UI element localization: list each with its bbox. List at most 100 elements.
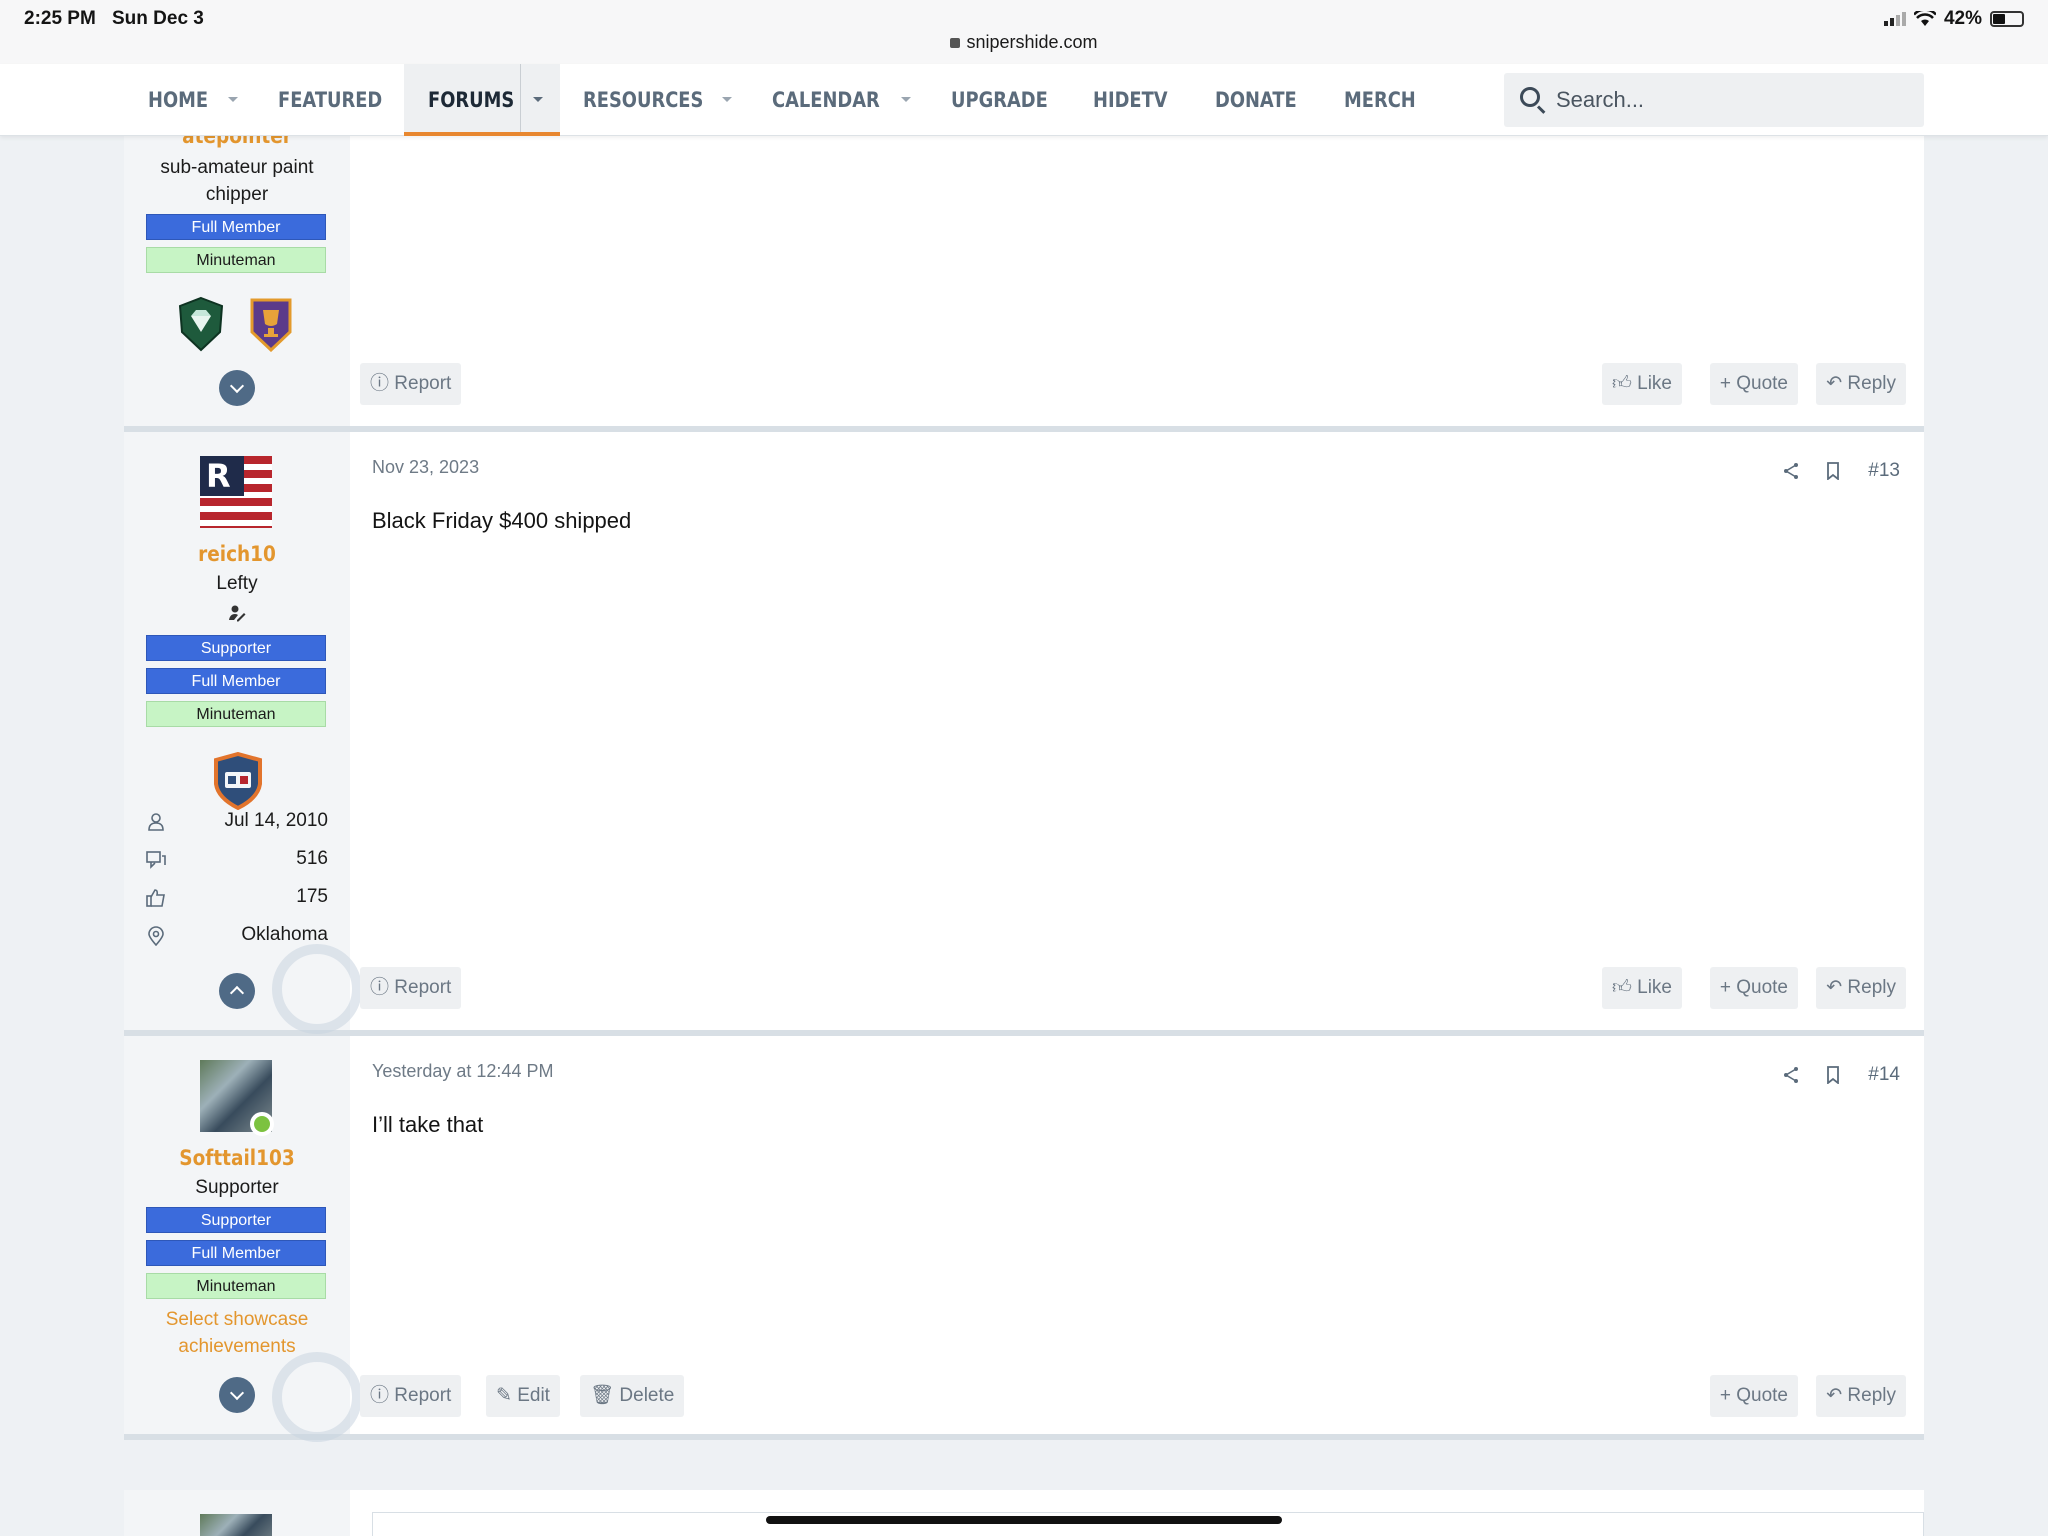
nav-hidetv[interactable]: HIDETV (1093, 64, 1168, 136)
user-title-line2: chipper (205, 184, 269, 205)
main-nav: HOME FEATURED FORUMS RESOURCES CALENDAR … (0, 64, 2048, 136)
status-date: Sun Dec 3 (112, 8, 204, 29)
joined-date: Jul 14, 2010 (224, 810, 328, 831)
bookmark-icon[interactable] (1824, 1066, 1842, 1084)
status-indicators: 42% (1883, 8, 2024, 30)
search-icon (1520, 87, 1540, 107)
reply-button[interactable]: ↶ Reply (1816, 1375, 1906, 1417)
post-previous: atepointer sub-amateur paint chipper Ful… (124, 120, 1924, 432)
user-title: Supporter (195, 1177, 279, 1198)
nav-home[interactable]: HOME (148, 64, 208, 136)
nav-merch[interactable]: MERCH (1344, 64, 1416, 136)
user-avatar[interactable] (200, 1514, 272, 1536)
like-label: Like (1637, 977, 1672, 998)
delete-button[interactable]: 🗑︎ Delete (580, 1375, 685, 1417)
avatar-glyph: R (206, 457, 231, 495)
like-button[interactable]: 👍︎ Like (1602, 967, 1682, 1009)
banner-minuteman: Minuteman (146, 701, 326, 727)
banner-minuteman: Minuteman (146, 247, 326, 273)
supporter-badge-icon (214, 752, 262, 810)
online-status-icon (250, 1112, 274, 1136)
username-link[interactable]: reich10 (138, 542, 337, 566)
plus-icon: + (1719, 373, 1731, 394)
share-icon[interactable] (1782, 1066, 1800, 1084)
banner-minuteman: Minuteman (146, 1273, 326, 1299)
showcase-link-line1[interactable]: Select showcase (124, 1306, 350, 1333)
chevron-down-icon[interactable] (533, 97, 543, 102)
status-bar: 2:25 PM Sun Dec 3 snipershide.com 42% (0, 0, 2048, 64)
like-button[interactable]: 👍︎ Like (1602, 363, 1682, 405)
post-main: ⓘ Report 👍︎ Like + Quote ↶ Reply (350, 120, 1924, 426)
edit-button[interactable]: ✎ Edit (486, 1375, 560, 1417)
reply-button[interactable]: ↶ Reply (1816, 363, 1906, 405)
post-user-panel (124, 1490, 350, 1536)
user-icon (148, 813, 164, 831)
report-icon: ⓘ (370, 1385, 390, 1406)
nav-forums[interactable]: FORUMS (428, 64, 514, 136)
search-box[interactable] (1504, 73, 1924, 127)
post-number-link[interactable]: #13 (1868, 460, 1900, 482)
location-link[interactable]: Oklahoma (241, 924, 328, 946)
address-bar[interactable]: snipershide.com (0, 32, 2048, 53)
report-label: Report (394, 1385, 452, 1406)
chevron-down-icon[interactable] (901, 97, 911, 102)
share-icon[interactable] (1782, 462, 1800, 480)
nav-calendar[interactable]: CALENDAR (772, 64, 880, 136)
messages-icon (146, 851, 166, 869)
pencil-icon: ✎ (496, 1385, 512, 1406)
chevron-down-icon[interactable] (228, 97, 238, 102)
bookmark-icon[interactable] (1824, 462, 1842, 480)
user-avatar[interactable] (200, 1060, 274, 1136)
report-icon: ⓘ (370, 373, 390, 394)
report-icon: ⓘ (370, 977, 390, 998)
user-edit-icon (229, 605, 246, 622)
banner-full-member: Full Member (146, 214, 326, 240)
post-date-link[interactable]: Yesterday at 12:44 PM (372, 1061, 553, 1082)
post-main (350, 1490, 1924, 1536)
message-count: 516 (296, 848, 328, 869)
report-label: Report (394, 373, 452, 394)
report-button[interactable]: ⓘ Report (360, 363, 462, 405)
user-title: Lefty (216, 573, 258, 594)
expand-user-info-button[interactable] (219, 1377, 255, 1413)
wifi-icon (1913, 11, 1936, 26)
post-number-link[interactable]: #14 (1868, 1064, 1900, 1086)
stat-messages: 516 (146, 848, 328, 876)
stat-reactions: 175 (146, 886, 328, 914)
nav-upgrade[interactable]: UPGRADE (951, 64, 1048, 136)
post-body: I’ll take that (372, 1112, 484, 1137)
report-button[interactable]: ⓘ Report (360, 967, 462, 1009)
quote-button[interactable]: + Quote (1709, 967, 1798, 1009)
post-user-panel: R reich10 Lefty Supporter Full Member Mi… (124, 432, 362, 1034)
nav-donate[interactable]: DONATE (1215, 64, 1297, 136)
quote-label: Quote (1736, 1385, 1788, 1406)
nav-featured[interactable]: FEATURED (278, 64, 382, 136)
home-indicator[interactable] (766, 1516, 1282, 1524)
post-14: Softtail103 Supporter Supporter Full Mem… (124, 1036, 1924, 1442)
report-button[interactable]: ⓘ Report (360, 1375, 462, 1417)
watermark-logo-icon (272, 1352, 362, 1442)
reply-label: Reply (1847, 977, 1896, 998)
collapse-user-info-button[interactable] (219, 973, 255, 1009)
nav-resources[interactable]: RESOURCES (583, 64, 703, 136)
watermark-logo-icon (272, 944, 362, 1034)
stat-joined: Jul 14, 2010 (146, 810, 328, 838)
reply-icon: ↶ (1826, 1385, 1843, 1406)
user-avatar[interactable]: R (200, 456, 272, 528)
quote-button[interactable]: + Quote (1709, 1375, 1798, 1417)
plus-icon: + (1719, 977, 1731, 998)
reply-button[interactable]: ↶ Reply (1816, 967, 1906, 1009)
expand-user-info-button[interactable] (219, 370, 255, 406)
quote-button[interactable]: + Quote (1709, 363, 1798, 405)
username-link[interactable]: Softtail103 (138, 1146, 337, 1170)
trash-icon: 🗑︎ (590, 1385, 615, 1406)
status-time: 2:25 PM (24, 8, 96, 29)
reply-label: Reply (1847, 373, 1896, 394)
like-label: Like (1637, 373, 1672, 394)
post-date-link[interactable]: Nov 23, 2023 (372, 457, 479, 478)
post-user-panel: atepointer sub-amateur paint chipper Ful… (124, 120, 350, 426)
thumbs-up-icon: 👍︎ (1612, 373, 1632, 394)
search-input[interactable] (1556, 73, 1896, 127)
reaction-count: 175 (296, 886, 328, 907)
chevron-down-icon[interactable] (722, 97, 732, 102)
